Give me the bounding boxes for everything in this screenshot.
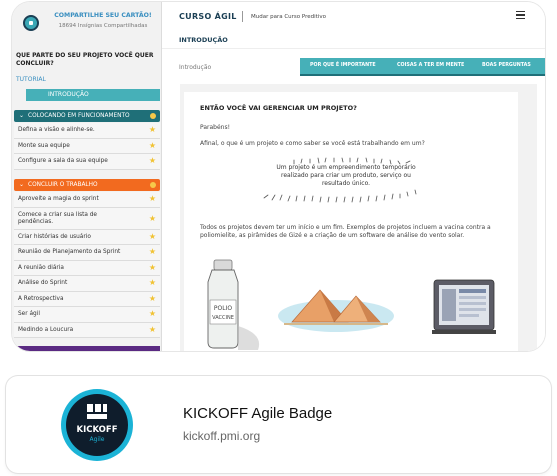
main-content: CURSO ÁGIL Mudar para Curso Preditivo IN…	[162, 2, 545, 351]
star-icon: ★	[148, 213, 156, 223]
list-item-label: Comece a criar sua lista de pendências.	[18, 211, 98, 225]
star-icon: ★	[148, 278, 156, 287]
tutorial-link[interactable]: TUTORIAL	[16, 76, 46, 83]
list-item[interactable]: Criar histórias de usuário ★	[14, 229, 160, 245]
list-item[interactable]: Monte sua equipe ★	[14, 138, 160, 154]
tab-bar: POR QUE É IMPORTANTE COISAS A TER EM MEN…	[300, 58, 545, 74]
article-paragraph: Parabéns!	[200, 124, 231, 131]
list-item-label: Criar histórias de usuário	[18, 233, 91, 240]
list-item[interactable]: Reunião de Planejamento da Sprint ★	[14, 245, 160, 261]
article-paragraph: Afinal, o que é um projeto e como saber …	[200, 140, 425, 147]
avatar-icon	[23, 15, 39, 31]
list-item-label: Defina a visão e alinhe-se.	[18, 127, 95, 133]
section-complete-work-list: Aproveite a magia do sprint ★ Comece a cr…	[14, 192, 160, 338]
page-title: INTRODUÇÃO	[179, 36, 228, 44]
divider	[162, 48, 545, 49]
list-item[interactable]: Medindo a Loucura ★	[14, 322, 160, 338]
list-item-label: A reunião diária	[18, 264, 64, 271]
list-item[interactable]: Aproveite a magia do sprint ★	[14, 192, 160, 208]
star-icon: ★	[148, 231, 156, 241]
link-title[interactable]: KICKOFF Agile Badge	[183, 405, 332, 422]
list-item[interactable]: A Retrospectiva ★	[14, 291, 160, 307]
list-item-label: Medindo a Loucura	[18, 326, 74, 333]
vaccine-bottle-image: POLIO VACCINE	[207, 259, 260, 350]
brand-title[interactable]: CURSO ÁGIL	[179, 12, 237, 21]
badge-subtext: Agile	[90, 436, 105, 443]
list-item[interactable]: Ser ágil ★	[14, 307, 160, 323]
star-icon: ★	[148, 156, 156, 165]
chevron-down-icon: ⌄	[19, 112, 25, 119]
share-card-banner[interactable]: COMPARTILHE SEU CARTÃO! 18694 Insígnias …	[12, 2, 162, 46]
bottle-label-vaccine: VACCINE	[212, 315, 234, 321]
list-item-label: Configure a sala da sua equipe	[18, 158, 108, 164]
tab-why-important[interactable]: POR QUE É IMPORTANTE	[310, 58, 376, 74]
progress-dot-icon	[150, 182, 156, 188]
tab-underline	[300, 74, 545, 76]
list-item-label: A Retrospectiva	[18, 295, 64, 302]
star-icon: ★	[148, 293, 156, 303]
section-label: CONCLUIR O TRABALHO	[28, 182, 98, 188]
definition-quote: Um projeto é um empreendimento temporári…	[276, 164, 416, 187]
article-card: ENTÃO VOCÊ VAI GERENCIAR UM PROJETO? Par…	[184, 92, 518, 351]
progress-dot-icon	[150, 113, 156, 119]
software-screen-image	[432, 279, 496, 334]
link-url[interactable]: kickoff.pmi.org	[183, 429, 260, 443]
list-item[interactable]: Comece a criar sua lista de pendências. ★	[14, 207, 160, 230]
tab-good-questions[interactable]: BOAS PERGUNTAS	[482, 58, 531, 74]
header-divider	[242, 11, 243, 22]
breadcrumb[interactable]: Introdução	[179, 64, 211, 71]
examples-illustration: POLIO VACCINE	[207, 259, 496, 350]
star-icon: ★	[148, 140, 156, 150]
section-label: COLOCANDO EM FUNCIONAMENTO	[28, 113, 130, 119]
section-getting-started[interactable]: ⌄ COLOCANDO EM FUNCIONAMENTO	[14, 110, 160, 122]
list-item-label: Ser ágil	[18, 311, 40, 317]
switch-course-link[interactable]: Mudar para Curso Preditivo	[251, 14, 326, 20]
list-item[interactable]: Defina a visão e alinhe-se. ★	[14, 123, 160, 139]
list-item-label: Reunião de Planejamento da Sprint	[18, 249, 121, 255]
sidebar: COMPARTILHE SEU CARTÃO! 18694 Insígnias …	[12, 2, 162, 351]
list-item-label: Aproveite a magia do sprint	[18, 196, 99, 202]
star-icon: ★	[148, 247, 156, 256]
star-icon: ★	[148, 125, 156, 134]
star-icon: ★	[148, 324, 156, 334]
tab-things-to-keep-in-mind[interactable]: COISAS A TER EM MENTE	[397, 58, 464, 74]
pyramids-image	[278, 289, 394, 332]
course-screenshot: COMPARTILHE SEU CARTÃO! 18694 Insígnias …	[12, 2, 545, 351]
star-icon: ★	[148, 194, 156, 203]
list-item-label: Monte sua equipe	[18, 142, 70, 149]
menu-icon[interactable]	[516, 11, 525, 19]
next-section-bar[interactable]	[14, 346, 160, 351]
share-card-count: 18694 Insígnias Compartilhadas	[58, 23, 148, 29]
article-title: ENTÃO VOCÊ VAI GERENCIAR UM PROJETO?	[200, 104, 357, 112]
list-item[interactable]: Análise do Sprint ★	[14, 276, 160, 292]
star-icon: ★	[148, 309, 156, 318]
section-getting-started-list: Defina a visão e alinhe-se. ★ Monte sua e…	[14, 123, 160, 170]
share-card-title[interactable]: COMPARTILHE SEU CARTÃO!	[48, 12, 158, 19]
pmi-logo-icon: KICKOFF Agile	[61, 389, 133, 461]
list-item[interactable]: Configure a sala da sua equipe ★	[14, 154, 160, 170]
sidebar-question: QUE PARTE DO SEU PROJETO VOCÊ QUER CONCL…	[16, 52, 154, 67]
article-paragraph: Todos os projetos devem ter um início e …	[200, 224, 491, 239]
list-item-label: Análise do Sprint	[18, 280, 68, 286]
list-item[interactable]: A reunião diária ★	[14, 260, 160, 276]
badge-text: KICKOFF	[76, 425, 117, 435]
bottle-label-polio: POLIO	[214, 305, 232, 312]
root: COMPARTILHE SEU CARTÃO! 18694 Insígnias …	[0, 0, 557, 476]
sidebar-item-introduction[interactable]: INTRODUÇÃO	[26, 89, 160, 101]
chevron-down-icon: ⌄	[19, 181, 25, 188]
link-preview-card[interactable]: KICKOFF Agile KICKOFF Agile Badge kickof…	[6, 376, 551, 473]
star-icon: ★	[148, 262, 156, 272]
section-complete-work[interactable]: ⌄ CONCLUIR O TRABALHO	[14, 179, 160, 191]
